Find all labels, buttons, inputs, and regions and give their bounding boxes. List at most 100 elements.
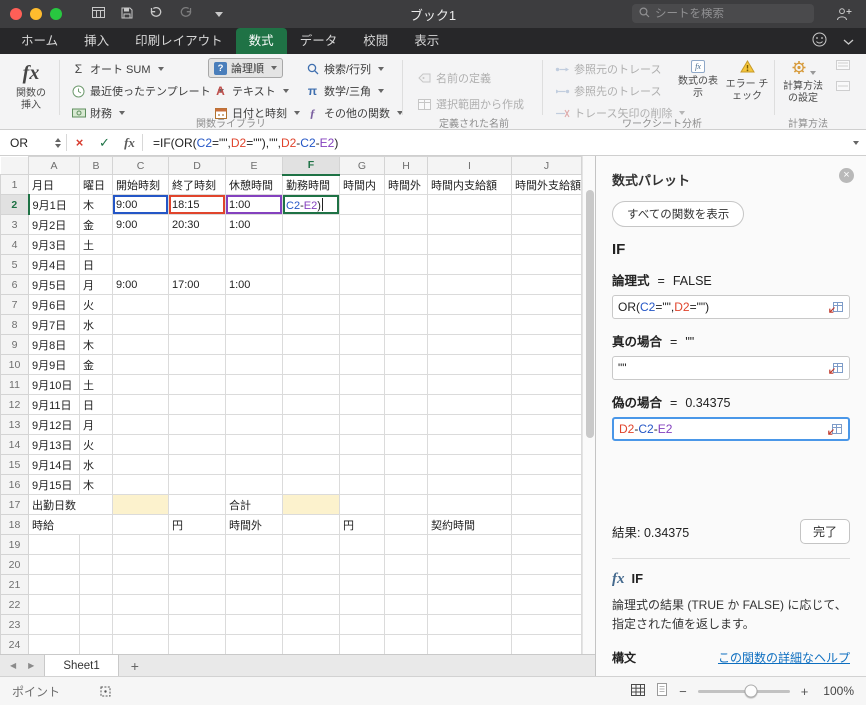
cell-H12[interactable] — [384, 394, 428, 415]
row-header-7[interactable]: 7 — [0, 294, 29, 315]
column-header-A[interactable]: A — [28, 156, 80, 175]
cell-B11[interactable]: 土 — [79, 374, 113, 395]
feedback-smiley-icon[interactable] — [812, 32, 827, 50]
cell-H8[interactable] — [384, 314, 428, 335]
range-picker-icon[interactable] — [828, 301, 844, 314]
done-button[interactable]: 完了 — [799, 519, 850, 544]
tab-page-layout[interactable]: 印刷レイアウト — [122, 28, 236, 54]
cell-F8[interactable] — [282, 314, 340, 335]
cell-D8[interactable] — [168, 314, 226, 335]
range-picker-icon[interactable] — [827, 423, 843, 436]
cell-G10[interactable] — [339, 354, 385, 375]
cell-F1[interactable]: 勤務時間 — [282, 174, 340, 195]
cell-D2[interactable]: 18:15 — [168, 194, 226, 215]
expand-formula-bar-icon[interactable] — [846, 140, 866, 145]
row-header-9[interactable]: 9 — [0, 334, 29, 355]
cell-B2[interactable]: 木 — [79, 194, 113, 215]
confirm-entry-button[interactable]: ✓ — [92, 135, 117, 151]
cell-D20[interactable] — [168, 554, 226, 575]
cell-B1[interactable]: 曜日 — [79, 174, 113, 195]
cell-A11[interactable]: 9月10日 — [28, 374, 80, 395]
cell-G13[interactable] — [339, 414, 385, 435]
cell-J17[interactable] — [511, 494, 582, 515]
recent-functions-button[interactable]: 最近使ったテンプレート — [66, 81, 229, 101]
cell-F24[interactable] — [282, 634, 340, 654]
cell-E24[interactable] — [225, 634, 283, 654]
cell-B10[interactable]: 金 — [79, 354, 113, 375]
cell-C23[interactable] — [112, 614, 169, 635]
cell-E17[interactable]: 合計 — [225, 494, 283, 515]
cell-C2[interactable]: 9:00 — [112, 194, 169, 215]
cell-C20[interactable] — [112, 554, 169, 575]
cell-G16[interactable] — [339, 474, 385, 495]
prev-sheet-icon[interactable]: ◀ — [10, 661, 16, 670]
cell-C4[interactable] — [112, 234, 169, 255]
cell-G2[interactable] — [339, 194, 385, 215]
show-formulas-button[interactable]: fx 数式の表示 — [678, 60, 718, 100]
cell-F16[interactable] — [282, 474, 340, 495]
cell-C1[interactable]: 開始時刻 — [112, 174, 169, 195]
cell-H23[interactable] — [384, 614, 428, 635]
cell-E2[interactable]: 1:00 — [225, 194, 283, 215]
cell-D19[interactable] — [168, 534, 226, 555]
cell-I11[interactable] — [427, 374, 512, 395]
row-header-14[interactable]: 14 — [0, 434, 29, 455]
cell-H6[interactable] — [384, 274, 428, 295]
cancel-entry-button[interactable]: × — [67, 135, 92, 150]
undo-icon[interactable] — [149, 6, 163, 22]
cell-H14[interactable] — [384, 434, 428, 455]
cell-D18[interactable]: 円 — [168, 514, 226, 535]
cell-D3[interactable]: 20:30 — [168, 214, 226, 235]
cell-G20[interactable] — [339, 554, 385, 575]
cell-D21[interactable] — [168, 574, 226, 595]
tab-review[interactable]: 校閲 — [350, 28, 401, 54]
cell-H11[interactable] — [384, 374, 428, 395]
redo-icon[interactable] — [179, 6, 193, 22]
cell-J20[interactable] — [511, 554, 582, 575]
row-header-10[interactable]: 10 — [0, 354, 29, 375]
cell-E23[interactable] — [225, 614, 283, 635]
cell-J7[interactable] — [511, 294, 582, 315]
column-header-B[interactable]: B — [79, 156, 113, 175]
argument-input-value-if-false[interactable]: D2-C2-E2 — [612, 417, 850, 441]
search-input[interactable] — [655, 7, 795, 20]
cell-C10[interactable] — [112, 354, 169, 375]
cell-B23[interactable] — [79, 614, 113, 635]
cell-C5[interactable] — [112, 254, 169, 275]
page-layout-view-icon[interactable] — [656, 683, 668, 699]
cell-B3[interactable]: 金 — [79, 214, 113, 235]
cell-G12[interactable] — [339, 394, 385, 415]
cell-D17[interactable] — [168, 494, 226, 515]
cell-H24[interactable] — [384, 634, 428, 654]
cell-A23[interactable] — [28, 614, 80, 635]
cell-I5[interactable] — [427, 254, 512, 275]
lookup-reference-button[interactable]: 検索/行列 — [300, 59, 389, 79]
row-header-2[interactable]: 2 — [0, 194, 30, 215]
cell-A10[interactable]: 9月9日 — [28, 354, 80, 375]
cell-A19[interactable] — [28, 534, 80, 555]
cell-F15[interactable] — [282, 454, 340, 475]
cell-G14[interactable] — [339, 434, 385, 455]
cell-J12[interactable] — [511, 394, 582, 415]
autosum-button[interactable]: Σ オート SUM — [66, 59, 169, 79]
column-header-C[interactable]: C — [112, 156, 169, 175]
cell-E8[interactable] — [225, 314, 283, 335]
cell-C12[interactable] — [112, 394, 169, 415]
logical-button[interactable]: ? 論理順 — [208, 58, 283, 78]
cell-I10[interactable] — [427, 354, 512, 375]
cell-B4[interactable]: 土 — [79, 234, 113, 255]
cell-E9[interactable] — [225, 334, 283, 355]
cell-D4[interactable] — [168, 234, 226, 255]
cell-I6[interactable] — [427, 274, 512, 295]
cell-J14[interactable] — [511, 434, 582, 455]
collapse-ribbon-icon[interactable] — [843, 34, 854, 48]
cell-D13[interactable] — [168, 414, 226, 435]
cell-G22[interactable] — [339, 594, 385, 615]
cell-F20[interactable] — [282, 554, 340, 575]
cell-H10[interactable] — [384, 354, 428, 375]
cell-E7[interactable] — [225, 294, 283, 315]
cell-C24[interactable] — [112, 634, 169, 654]
sheet-tab-sheet1[interactable]: Sheet1 — [44, 655, 119, 676]
zoom-in-button[interactable]: + — [801, 684, 809, 699]
cell-C22[interactable] — [112, 594, 169, 615]
